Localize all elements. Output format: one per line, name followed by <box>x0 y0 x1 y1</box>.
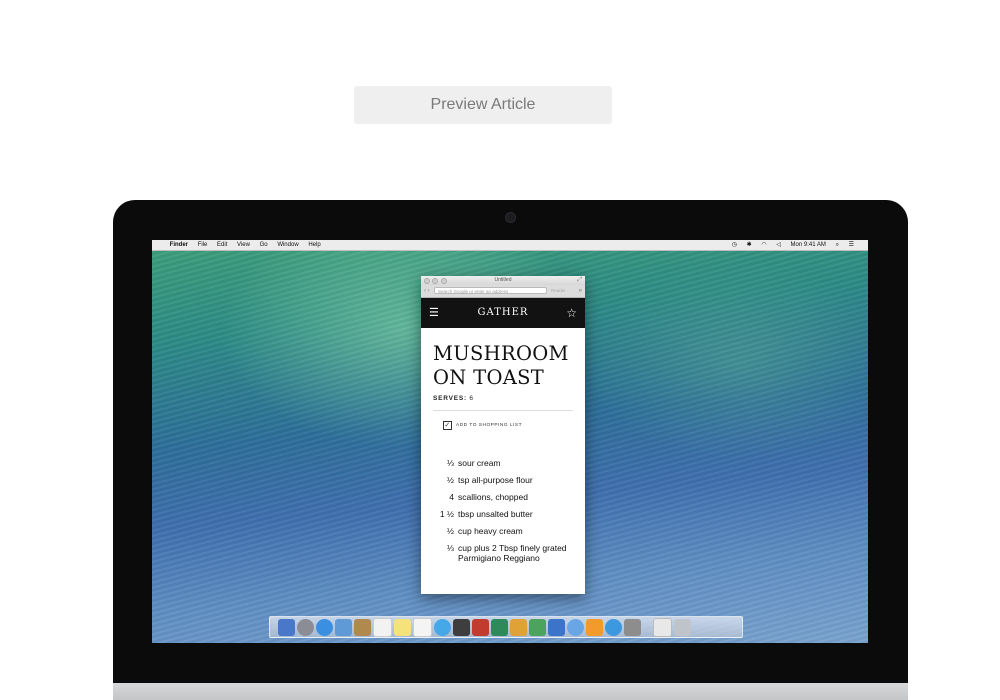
facetime-icon[interactable] <box>453 618 470 636</box>
recipe-title-line-2: ON TOAST <box>433 366 545 389</box>
trash-icon[interactable] <box>674 618 691 636</box>
ingredient-text: tbsp unsalted butter <box>458 509 533 519</box>
documents-icon[interactable] <box>653 617 672 637</box>
recipe-content: MUSHROOM ON TOAST SERVES: 6 ✓ ADD TO SHO… <box>421 342 585 563</box>
notification-center-icon[interactable]: ☰ <box>849 240 854 250</box>
divider <box>433 410 573 411</box>
ingredient-item: ⅓ cup plus 2 Tbsp finely grated Parmigia… <box>433 543 573 563</box>
iphoto-icon[interactable] <box>491 618 508 636</box>
add-to-shopping-list[interactable]: ✓ ADD TO SHOPPING LIST <box>443 421 573 430</box>
bluetooth-icon[interactable]: ✱ <box>747 240 752 250</box>
serves-info: SERVES: 6 <box>433 395 573 402</box>
serves-label: SERVES: <box>433 395 468 402</box>
ingredient-qty: ½ <box>446 475 454 485</box>
safari-icon[interactable] <box>316 618 333 636</box>
zoom-window-button[interactable] <box>440 278 447 284</box>
mail-icon[interactable] <box>335 618 352 636</box>
minimize-window-button[interactable] <box>432 278 439 284</box>
ingredient-qty: 1 ½ <box>439 509 454 519</box>
preview-article-button[interactable]: Preview Article <box>354 86 612 124</box>
reader-button[interactable]: Reader <box>551 287 566 295</box>
reminders-icon[interactable] <box>413 617 432 637</box>
ingredient-qty: 4 <box>449 492 454 502</box>
imac-chin <box>113 683 908 700</box>
window-titlebar: Untitled ⤢ <box>421 276 585 285</box>
url-input[interactable]: Search Google or enter an address <box>434 287 547 294</box>
ingredient-text: cup heavy cream <box>458 526 523 536</box>
browser-window: Untitled ⤢ ‹ › Search Google or enter an… <box>421 276 585 594</box>
app-header: ☰ GATHER ☆ <box>421 298 585 328</box>
menu-item-view[interactable]: View <box>237 240 250 250</box>
ingredient-qty: ⅓ <box>446 458 454 468</box>
launchpad-icon[interactable] <box>297 618 314 636</box>
window-title: Untitled <box>494 277 512 283</box>
time-machine-icon[interactable]: ◷ <box>732 240 737 250</box>
ingredient-item: 1 ½ tbsp unsalted butter <box>433 509 573 519</box>
contacts-icon[interactable] <box>354 618 371 636</box>
desktop-screen: Finder File Edit View Go Window Help ◷ ✱… <box>152 240 868 643</box>
ingredient-item: ½ tsp all-purpose flour <box>433 475 573 485</box>
menu-item-go[interactable]: Go <box>260 240 268 250</box>
app-title: GATHER <box>477 307 529 318</box>
messages-icon[interactable] <box>434 618 451 636</box>
ingredient-text: tsp all-purpose flour <box>458 475 533 485</box>
menu-item-window[interactable]: Window <box>277 240 298 250</box>
shopping-list-label: ADD TO SHOPPING LIST <box>456 423 523 428</box>
camera-icon <box>505 212 516 223</box>
ingredient-qty: ⅓ <box>446 543 454 553</box>
ingredient-qty: ½ <box>446 526 454 536</box>
ibooks-icon[interactable] <box>586 618 603 636</box>
menu-app-name[interactable]: Finder <box>170 240 188 250</box>
ingredient-text: sour cream <box>458 458 501 468</box>
ingredient-item: ½ cup heavy cream <box>433 526 573 536</box>
keynote-icon[interactable] <box>548 618 565 636</box>
pages-icon[interactable] <box>510 618 527 636</box>
menu-item-file[interactable]: File <box>198 240 208 250</box>
serves-value: 6 <box>469 395 474 402</box>
menubar-clock[interactable]: Mon 9:41 AM <box>791 240 826 250</box>
checkbox-icon[interactable]: ✓ <box>443 421 452 430</box>
wifi-icon[interactable]: ◠ <box>761 240 766 250</box>
photo-booth-icon[interactable] <box>472 618 489 636</box>
favorite-star-icon[interactable]: ☆ <box>566 305 577 321</box>
numbers-icon[interactable] <box>529 618 546 636</box>
fullscreen-icon[interactable]: ⤢ <box>577 276 582 285</box>
menu-item-edit[interactable]: Edit <box>217 240 227 250</box>
recipe-title-line-1: MUSHROOM <box>433 342 569 365</box>
overflow-icon[interactable]: » <box>579 285 582 297</box>
ingredient-text: scallions, chopped <box>458 492 528 502</box>
menu-bar: Finder File Edit View Go Window Help ◷ ✱… <box>152 240 868 251</box>
dock <box>269 616 743 638</box>
close-window-button[interactable] <box>424 278 430 284</box>
ingredient-item: 4 scallions, chopped <box>433 492 573 502</box>
app-store-icon[interactable] <box>605 618 622 636</box>
back-forward-icon[interactable]: ‹ › <box>424 285 430 297</box>
recipe-title: MUSHROOM ON TOAST <box>433 342 573 390</box>
finder-icon[interactable] <box>278 618 295 636</box>
notes-icon[interactable] <box>394 618 411 636</box>
ingredient-text: cup plus 2 Tbsp finely grated Parmigiano… <box>458 543 567 563</box>
menu-item-help[interactable]: Help <box>308 240 320 250</box>
spotlight-icon[interactable]: ⌕ <box>836 240 839 250</box>
system-preferences-icon[interactable] <box>624 618 641 636</box>
calendar-icon[interactable] <box>373 617 392 637</box>
ingredient-item: ⅓ sour cream <box>433 458 573 468</box>
address-bar: ‹ › Search Google or enter an address Re… <box>421 285 585 298</box>
ingredients-list: ⅓ sour cream ½ tsp all-purpose flour 4 s… <box>433 458 573 563</box>
itunes-icon[interactable] <box>567 618 584 636</box>
volume-icon[interactable]: ◁ <box>776 240 781 250</box>
